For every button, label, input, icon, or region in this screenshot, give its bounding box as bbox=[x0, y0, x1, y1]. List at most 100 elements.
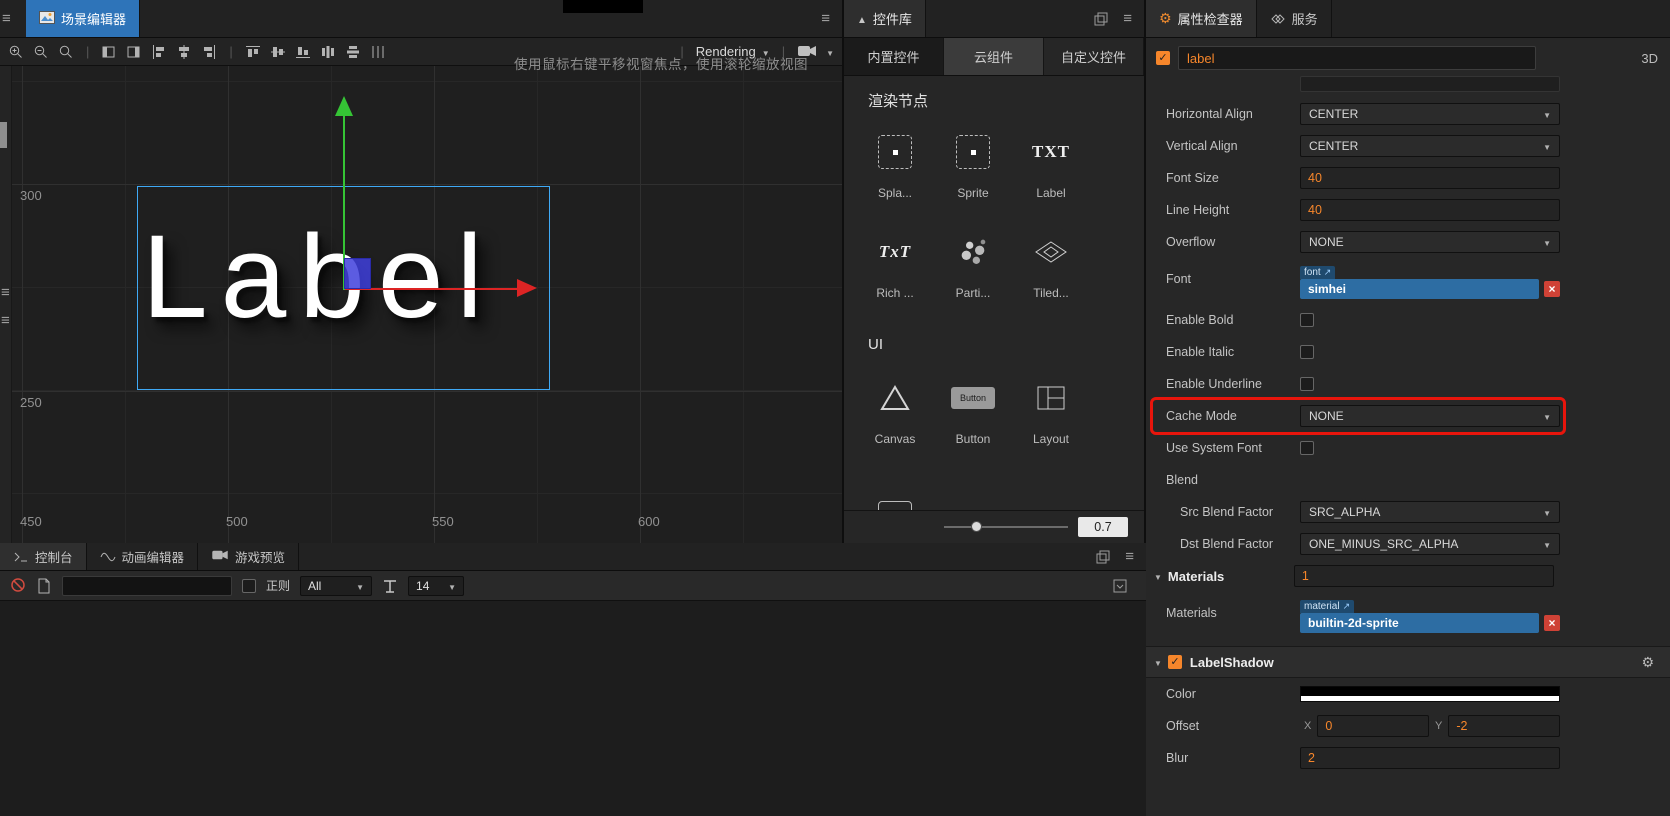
use-system-font-checkbox[interactable] bbox=[1300, 441, 1314, 455]
chevron-down-icon[interactable] bbox=[826, 45, 834, 59]
offset-y-input[interactable]: -2 bbox=[1448, 715, 1560, 737]
tab-game-preview[interactable]: 游戏预览 bbox=[198, 543, 300, 570]
enable-underline-checkbox[interactable] bbox=[1300, 377, 1314, 391]
widget-item-particle[interactable]: Parti... bbox=[934, 224, 1012, 324]
partial-input[interactable] bbox=[1300, 76, 1560, 92]
tab-property-inspector[interactable]: 属性检查器 bbox=[1146, 0, 1257, 37]
color-alpha-strip bbox=[1301, 696, 1559, 701]
zoom-in-icon[interactable] bbox=[8, 44, 24, 60]
tab-animation-editor[interactable]: 动画编辑器 bbox=[87, 543, 199, 570]
dst-blend-dropdown[interactable]: ONE_MINUS_SRC_ALPHA bbox=[1300, 533, 1560, 555]
dock-right-icon[interactable] bbox=[126, 44, 142, 60]
log-level-dropdown[interactable]: All bbox=[300, 575, 373, 596]
widget-item-clipped[interactable] bbox=[856, 490, 934, 510]
widget-panel-menu-icon[interactable] bbox=[1123, 10, 1132, 27]
zoom-out-icon[interactable] bbox=[33, 44, 49, 60]
align-center-horizontal-icon[interactable] bbox=[176, 44, 192, 60]
zoom-reset-icon[interactable] bbox=[58, 44, 74, 60]
widget-item-canvas[interactable]: Canvas bbox=[856, 370, 934, 470]
icon-size-slider[interactable] bbox=[944, 521, 1068, 532]
console-panel-menu-icon[interactable] bbox=[1125, 548, 1134, 565]
button-icon: Button bbox=[951, 387, 995, 409]
align-bottom-icon[interactable] bbox=[295, 44, 311, 60]
collapse-triangle-icon[interactable] bbox=[1154, 569, 1162, 583]
collapse-logs-icon[interactable] bbox=[1112, 578, 1128, 594]
shadow-color-swatch[interactable] bbox=[1300, 686, 1560, 702]
collapsed-panel-menu-icon[interactable] bbox=[1, 284, 10, 301]
section-title-ui: UI bbox=[868, 336, 883, 353]
collapse-triangle-icon[interactable] bbox=[1154, 655, 1162, 669]
tab-services[interactable]: 服务 bbox=[1257, 0, 1332, 37]
material-asset-input[interactable]: builtin-2d-sprite bbox=[1300, 613, 1539, 633]
tab-widget-library[interactable]: 控件库 bbox=[844, 0, 926, 37]
console-font-size-dropdown[interactable]: 14 bbox=[408, 575, 465, 596]
gizmo-center-handle[interactable] bbox=[344, 258, 371, 289]
tab-scene-editor[interactable]: 场景编辑器 bbox=[26, 0, 141, 37]
icon-size-value[interactable]: 0.7 bbox=[1078, 517, 1128, 537]
property-row-enable-underline: Enable Underline bbox=[1146, 368, 1670, 400]
3d-badge[interactable]: 3D bbox=[1641, 51, 1658, 66]
node-active-checkbox[interactable] bbox=[1156, 51, 1170, 65]
materials-section-header[interactable]: Materials 1 bbox=[1146, 560, 1670, 592]
regex-checkbox[interactable] bbox=[242, 578, 256, 593]
widget-item-richtext[interactable]: TxT Rich ... bbox=[856, 224, 934, 324]
src-blend-dropdown[interactable]: SRC_ALPHA bbox=[1300, 501, 1560, 523]
tab-console[interactable]: 控制台 bbox=[0, 543, 87, 570]
distribute-vertical-icon[interactable] bbox=[345, 44, 361, 60]
tab-custom-widgets[interactable]: 自定义控件 bbox=[1044, 38, 1144, 75]
widget-item-tiledmap[interactable]: Tiled... bbox=[1012, 224, 1090, 324]
property-label: Blend bbox=[1166, 473, 1198, 487]
clear-material-button[interactable] bbox=[1544, 615, 1560, 631]
material-asset-chip[interactable]: material bbox=[1300, 600, 1355, 613]
vertical-align-dropdown[interactable]: CENTER bbox=[1300, 135, 1560, 157]
widget-item-label[interactable]: TXT Label bbox=[1012, 124, 1090, 224]
panel-menu-icon[interactable] bbox=[2, 10, 11, 27]
property-label: Use System Font bbox=[1166, 441, 1262, 455]
font-size-icon bbox=[382, 578, 398, 594]
label-shadow-enabled-checkbox[interactable] bbox=[1167, 655, 1182, 669]
collapsed-panel-menu-icon[interactable] bbox=[1, 312, 10, 329]
font-asset-input[interactable]: simhei bbox=[1300, 279, 1539, 299]
property-row-enable-italic: Enable Italic bbox=[1146, 336, 1670, 368]
align-top-icon[interactable] bbox=[245, 44, 261, 60]
distribute-horizontal-icon[interactable] bbox=[320, 44, 336, 60]
clear-font-button[interactable] bbox=[1544, 281, 1560, 297]
font-asset-chip[interactable]: font bbox=[1300, 266, 1336, 279]
component-gear-icon[interactable] bbox=[1641, 654, 1654, 671]
float-window-icon[interactable] bbox=[1095, 549, 1111, 565]
clear-console-icon[interactable] bbox=[10, 577, 26, 594]
console-output-area[interactable] bbox=[0, 601, 1146, 816]
tab-builtin-widgets[interactable]: 内置控件 bbox=[844, 38, 944, 75]
align-left-icon[interactable] bbox=[151, 44, 167, 60]
node-name-input[interactable]: label bbox=[1178, 46, 1536, 70]
label-shadow-component-header[interactable]: LabelShadow bbox=[1146, 646, 1670, 678]
cache-mode-dropdown[interactable]: NONE bbox=[1300, 405, 1560, 427]
enable-bold-checkbox[interactable] bbox=[1300, 313, 1314, 327]
float-window-icon[interactable] bbox=[1093, 11, 1109, 27]
slider-handle[interactable] bbox=[971, 521, 983, 532]
font-size-input[interactable]: 40 bbox=[1300, 167, 1560, 189]
widget-item-splash[interactable]: Spla... bbox=[856, 124, 934, 224]
widget-item-layout[interactable]: Layout bbox=[1012, 370, 1090, 470]
scene-panel-menu-icon[interactable] bbox=[821, 10, 830, 27]
distribute-spacing-icon[interactable] bbox=[370, 44, 386, 60]
horizontal-align-dropdown[interactable]: CENTER bbox=[1300, 103, 1560, 125]
materials-count-input[interactable]: 1 bbox=[1293, 565, 1554, 587]
property-row-materials: Materials material builtin-2d-sprite bbox=[1146, 592, 1670, 638]
overflow-dropdown[interactable]: NONE bbox=[1300, 231, 1560, 253]
align-middle-icon[interactable] bbox=[270, 44, 286, 60]
left-strip-handle[interactable] bbox=[0, 122, 7, 148]
align-right-icon[interactable] bbox=[201, 44, 217, 60]
widget-item-button[interactable]: Button Button bbox=[934, 370, 1012, 470]
dock-left-icon[interactable] bbox=[101, 44, 117, 60]
line-height-input[interactable]: 40 bbox=[1300, 199, 1560, 221]
tab-cloud-components[interactable]: 云组件 bbox=[944, 38, 1044, 75]
console-search-input[interactable] bbox=[62, 575, 232, 596]
property-row-use-system-font: Use System Font bbox=[1146, 432, 1670, 464]
blur-input[interactable]: 2 bbox=[1300, 747, 1560, 769]
offset-x-input[interactable]: 0 bbox=[1317, 715, 1429, 737]
scene-viewport[interactable]: 300 250 450 500 550 600 Label bbox=[12, 66, 842, 543]
widget-item-sprite[interactable]: Sprite bbox=[934, 124, 1012, 224]
log-file-icon[interactable] bbox=[36, 578, 52, 594]
enable-italic-checkbox[interactable] bbox=[1300, 345, 1314, 359]
